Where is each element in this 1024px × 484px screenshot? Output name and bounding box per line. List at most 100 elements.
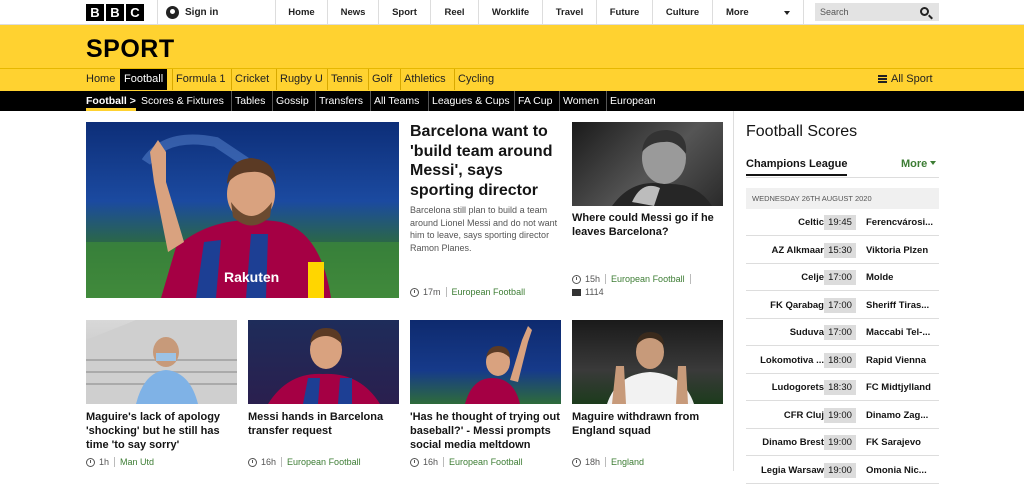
story-time: 16h xyxy=(423,457,439,467)
story-tag[interactable]: European Football xyxy=(449,457,523,467)
away-team: Viktoria Plzen xyxy=(866,244,929,256)
match-row[interactable]: Lokomotiva ... 18:00 Rapid Vienna xyxy=(746,347,939,374)
story-headline[interactable]: Messi hands in Barcelona transfer reques… xyxy=(248,410,398,438)
sport-nav-rugby-u[interactable]: Rugby U xyxy=(276,69,326,90)
sport-nav-athletics[interactable]: Athletics xyxy=(400,69,449,90)
story-headline[interactable]: Maguire withdrawn from England squad xyxy=(572,410,722,438)
kickoff-time: 19:45 xyxy=(824,215,856,230)
tab-divider xyxy=(746,177,939,178)
chevron-down-icon xyxy=(930,161,937,165)
story-meta: 18h England xyxy=(572,457,644,467)
sub-nav-fa-cup[interactable]: FA Cup xyxy=(514,91,555,111)
bbc-logo[interactable]: B B C xyxy=(86,4,144,21)
nav-more[interactable]: More xyxy=(712,0,804,25)
story-headline[interactable]: 'Has he thought of trying out baseball?'… xyxy=(410,410,562,452)
comments-count[interactable]: 1114 xyxy=(572,287,604,297)
clock-icon xyxy=(572,274,581,284)
sub-nav-transfers[interactable]: Transfers xyxy=(315,91,366,111)
nav-news[interactable]: News xyxy=(327,0,378,25)
sub-nav-women[interactable]: Women xyxy=(559,91,602,111)
story-image-maguire-apology[interactable] xyxy=(86,320,237,404)
nav-sport[interactable]: Sport xyxy=(378,0,430,25)
sub-nav-scores-fixtures[interactable]: Scores & Fixtures xyxy=(138,91,227,111)
search-input[interactable]: Search xyxy=(815,3,939,21)
match-row[interactable]: Celje 17:00 Molde xyxy=(746,264,939,291)
divider xyxy=(605,274,607,284)
logo-letter: C xyxy=(126,4,144,21)
match-row[interactable]: AZ Alkmaar 15:30 Viktoria Plzen xyxy=(746,237,939,264)
divider xyxy=(281,457,283,467)
logo-letter: B xyxy=(106,4,124,21)
nav-travel[interactable]: Travel xyxy=(542,0,596,25)
page-title[interactable]: SPORT xyxy=(86,35,175,64)
story-tag[interactable]: European Football xyxy=(287,457,361,467)
sign-in-link[interactable]: Sign in xyxy=(157,0,275,25)
more-dropdown[interactable]: More xyxy=(901,158,937,170)
match-row[interactable]: Legia Warsaw 19:00 Omonia Nic... xyxy=(746,457,939,484)
nav-home[interactable]: Home xyxy=(275,0,327,25)
clock-icon xyxy=(86,457,95,467)
away-team: Omonia Nic... xyxy=(866,464,927,476)
kickoff-time: 17:00 xyxy=(824,297,856,313)
active-underline xyxy=(86,108,136,111)
match-row[interactable]: Suduva 17:00 Maccabi Tel-... xyxy=(746,319,939,346)
nav-more-label: More xyxy=(726,7,749,18)
home-team: FK Qarabag xyxy=(770,299,824,311)
nav-worklife[interactable]: Worklife xyxy=(478,0,542,25)
home-team: Suduva xyxy=(789,327,824,338)
side-story-time: 15h xyxy=(585,274,601,284)
story-image-messi-transfer[interactable] xyxy=(248,320,399,404)
clock-icon xyxy=(410,457,419,467)
sport-nav-cycling[interactable]: Cycling xyxy=(454,69,497,90)
side-story-image[interactable] xyxy=(572,122,723,206)
story-image-messi-baseball[interactable] xyxy=(410,320,561,404)
comment-icon xyxy=(572,288,581,296)
search-icon[interactable] xyxy=(920,7,929,16)
sub-nav-leagues-cups[interactable]: Leagues & Cups xyxy=(428,91,513,111)
kickoff-time: 19:00 xyxy=(824,462,856,478)
home-team: Dinamo Brest xyxy=(762,437,824,448)
match-row[interactable]: FK Qarabag 17:00 Sheriff Tiras... xyxy=(746,292,939,319)
match-row[interactable]: Dinamo Brest 19:00 FK Sarajevo xyxy=(746,429,939,456)
sport-nav-golf[interactable]: Golf xyxy=(368,69,395,90)
nav-reel[interactable]: Reel xyxy=(430,0,478,25)
tab-champions-league[interactable]: Champions League xyxy=(746,158,848,176)
sport-nav-tennis[interactable]: Tennis xyxy=(327,69,366,90)
lead-story-image[interactable]: Rakuten xyxy=(86,122,399,298)
story-tag[interactable]: Man Utd xyxy=(120,457,154,467)
lead-tag[interactable]: European Football xyxy=(452,287,526,297)
story-headline[interactable]: Maguire's lack of apology 'shocking' but… xyxy=(86,410,236,452)
away-team: Sheriff Tiras... xyxy=(866,299,930,311)
story-image-maguire-england[interactable] xyxy=(572,320,723,404)
kickoff-time: 19:00 xyxy=(824,435,856,450)
lead-meta: 17m European Football xyxy=(410,287,525,297)
side-story-tag[interactable]: European Football xyxy=(611,274,685,284)
away-team: Ferencvárosi... xyxy=(866,217,934,228)
logo-letter: B xyxy=(86,4,104,21)
story-tag[interactable]: England xyxy=(611,457,644,467)
scores-title[interactable]: Football Scores xyxy=(746,123,857,141)
match-row[interactable]: Ludogorets 18:30 FC Midtjylland xyxy=(746,374,939,401)
sub-nav-all-teams[interactable]: All Teams xyxy=(370,91,422,111)
divider xyxy=(605,457,607,467)
sub-nav-european[interactable]: European xyxy=(606,91,659,111)
nav-culture[interactable]: Culture xyxy=(652,0,712,25)
sport-nav-football[interactable]: Football xyxy=(120,69,168,90)
sport-nav-cricket[interactable]: Cricket xyxy=(231,69,272,90)
all-sport-menu[interactable]: All Sport xyxy=(878,69,933,90)
sub-nav-gossip[interactable]: Gossip xyxy=(272,91,312,111)
sub-nav-tables[interactable]: Tables xyxy=(231,91,268,111)
sign-in-label: Sign in xyxy=(185,7,219,18)
sport-nav-formula1[interactable]: Formula 1 xyxy=(172,69,229,90)
kickoff-time: 15:30 xyxy=(824,242,856,258)
nav-future[interactable]: Future xyxy=(596,0,652,25)
lead-headline[interactable]: Barcelona want to 'build team around Mes… xyxy=(410,122,560,200)
sport-nav-home[interactable]: Home xyxy=(83,69,118,90)
match-row[interactable]: Celtic 19:45 Ferencvárosi... xyxy=(746,209,939,236)
clock-icon xyxy=(248,457,257,467)
match-row[interactable]: CFR Cluj 19:00 Dinamo Zag... xyxy=(746,402,939,429)
home-team: Ludogorets xyxy=(771,382,824,393)
account-icon xyxy=(166,6,179,19)
side-story-headline[interactable]: Where could Messi go if he leaves Barcel… xyxy=(572,211,722,239)
divider xyxy=(689,274,691,284)
